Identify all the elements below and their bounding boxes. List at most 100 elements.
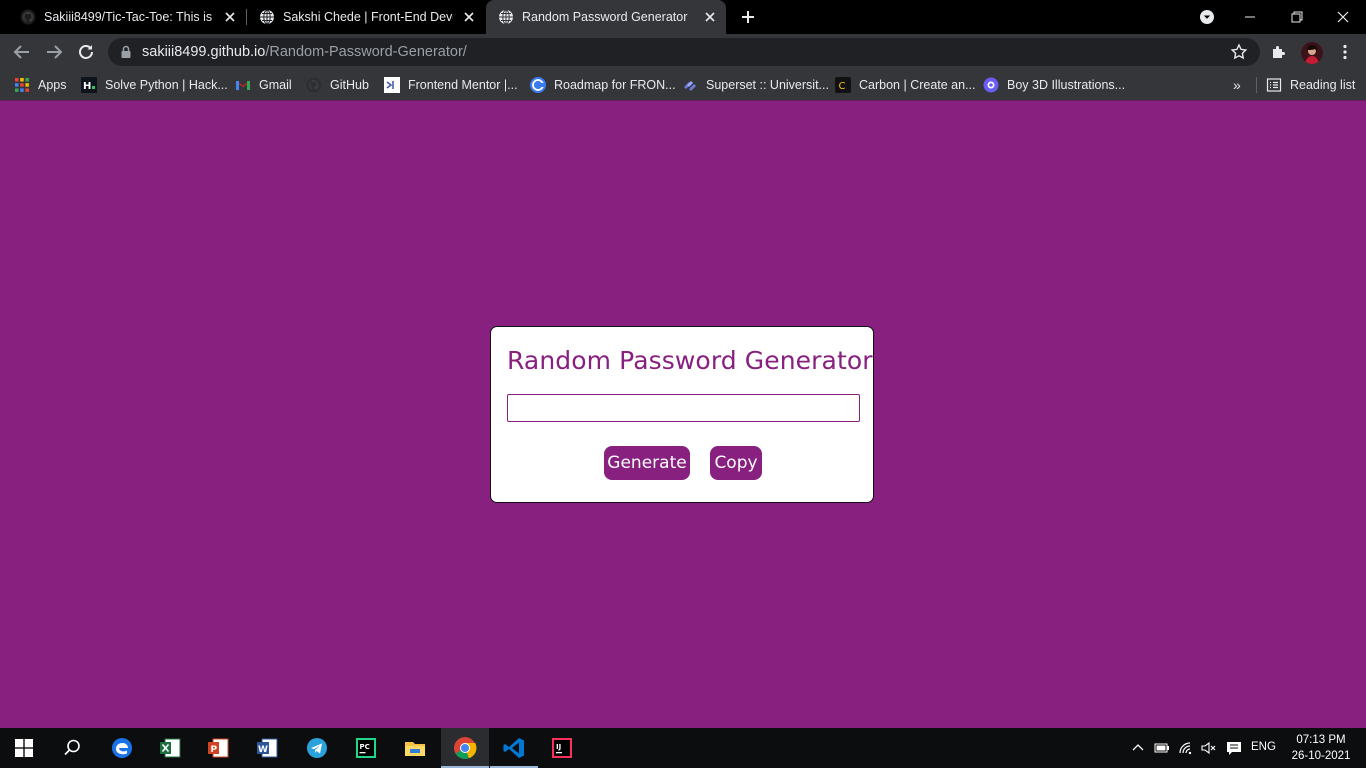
browser-toolbar: sakiii8499.github.io/Random-Password-Gen… [0,34,1366,70]
windows-taskbar: P W PC IJ ENG 07:13 PM 26-10-2021 [0,728,1366,768]
input-language[interactable]: ENG [1251,741,1276,753]
svg-text:W: W [258,745,268,755]
bookmark-carbon[interactable]: C Carbon | Create an... [835,76,976,94]
bookmark-label: Solve Python | Hack... [105,78,228,92]
bookmark-frontend-mentor[interactable]: Frontend Mentor |... [384,76,518,94]
extensions-puzzle-icon[interactable] [1270,43,1288,61]
tab-password-generator[interactable]: Random Password Generator [486,0,726,34]
bookmarks-overflow-chevron[interactable]: » [1233,77,1241,93]
bookmark-star-icon[interactable] [1230,43,1248,61]
profile-avatar[interactable] [1301,42,1323,64]
back-arrow-icon[interactable] [10,40,34,64]
tab-title: Random Password Generator [522,10,688,24]
close-icon[interactable] [222,9,238,25]
search-icon [64,739,80,756]
chrome-icon [454,737,477,760]
taskbar-intellij[interactable]: IJ [538,728,586,768]
reload-icon[interactable] [74,40,98,64]
new-tab-plus-icon[interactable] [738,7,758,27]
word-icon: W [257,738,278,758]
telegram-icon [307,738,327,758]
clock-date: 26-10-2021 [1291,750,1351,762]
tab-search-icon[interactable] [1195,5,1219,29]
svg-text:H: H [83,81,91,92]
hackerrank-icon: H [81,77,97,93]
tab-strip: Sakiii8499/Tic-Tac-Toe: This is tic- Sak… [0,0,1366,34]
bookmark-label: Gmail [259,78,292,92]
reading-list-button[interactable]: Reading list [1266,76,1355,94]
intellij-icon: IJ [552,738,572,758]
restore-icon[interactable] [1285,5,1309,29]
bookmark-hackerrank[interactable]: H Solve Python | Hack... [81,76,228,94]
copy-button[interactable]: Copy [710,446,762,480]
bookmark-label: Carbon | Create an... [859,78,976,92]
svg-text:C: C [839,81,846,92]
bookmark-label: Superset :: Universit... [706,78,829,92]
battery-icon[interactable] [1154,740,1170,756]
bookmark-gmail[interactable]: Gmail [235,76,292,94]
bookmark-superset[interactable]: Superset :: Universit... [682,76,829,94]
address-bar[interactable]: sakiii8499.github.io/Random-Password-Gen… [108,38,1260,66]
url-path: /Random-Password-Generator/ [265,44,467,60]
bookmark-label: GitHub [330,78,369,92]
carbon-icon: C [835,77,851,93]
globe-icon [260,9,274,25]
wifi-icon[interactable] [1178,740,1194,756]
svg-text:PC: PC [360,743,370,751]
generate-button[interactable]: Generate [604,446,690,480]
close-icon[interactable] [702,9,718,25]
windows-start-icon [15,739,33,757]
page-title: Random Password Generator [507,346,873,375]
taskbar-word[interactable]: W [243,728,291,768]
password-output-field[interactable] [507,394,860,422]
taskbar-excel[interactable] [146,728,194,768]
vscode-icon [503,738,524,758]
volume-muted-icon[interactable] [1200,740,1216,756]
url-text: sakiii8499.github.io/Random-Password-Gen… [142,44,467,60]
start-button[interactable] [0,728,48,768]
tab-portfolio[interactable]: Sakshi Chede | Front-End Develop [247,0,485,34]
close-icon[interactable] [461,9,477,25]
forward-arrow-icon[interactable] [42,40,66,64]
tab-title: Sakshi Chede | Front-End Develop [283,10,453,24]
taskbar-chrome[interactable] [441,728,489,768]
notifications-chat-icon[interactable] [1226,740,1242,756]
bookmark-label: Boy 3D Illustrations... [1007,78,1126,92]
excel-icon [160,738,181,758]
bookmark-label: Roadmap for FRON... [554,78,676,92]
password-generator-card: Random Password Generator Generate Copy [490,326,874,503]
bookmark-roadmap[interactable]: Roadmap for FRON... [530,76,676,94]
frontend-mentor-icon [384,77,400,93]
gmail-icon [235,80,251,90]
bookmark-illustrations[interactable]: Boy 3D Illustrations... [983,76,1125,94]
lock-icon[interactable] [118,44,134,60]
tab-tic-tac-toe[interactable]: Sakiii8499/Tic-Tac-Toe: This is tic- [8,0,246,34]
viewport-border [0,100,1366,101]
globe-icon [499,9,513,25]
reading-list-label: Reading list [1290,78,1356,92]
tab-title: Sakiii8499/Tic-Tac-Toe: This is tic- [44,10,214,24]
taskbar-edge[interactable] [98,728,146,768]
system-clock[interactable]: 07:13 PM 26-10-2021 [1290,732,1352,764]
minimize-icon[interactable] [1238,5,1262,29]
bookmarks-bar: Apps H Solve Python | Hack... Gmail GitH… [0,70,1366,100]
taskbar-file-explorer[interactable] [391,728,439,768]
taskbar-search[interactable] [48,728,96,768]
pycharm-icon: PC [356,738,376,758]
taskbar-powerpoint[interactable]: P [194,728,242,768]
illustrations-icon [983,77,999,93]
github-icon [306,77,322,93]
show-hidden-icons-chevron-icon[interactable] [1130,740,1146,756]
taskbar-vscode[interactable] [490,728,538,768]
bookmarks-divider [1256,77,1257,93]
svg-text:IJ: IJ [556,743,561,751]
bookmark-github[interactable]: GitHub [306,76,369,94]
taskbar-pycharm[interactable]: PC [342,728,390,768]
file-explorer-icon [405,742,425,756]
window-close-icon[interactable] [1331,5,1355,29]
menu-dots-icon[interactable] [1336,43,1354,61]
taskbar-telegram[interactable] [293,728,341,768]
github-icon [20,9,36,25]
powerpoint-icon: P [208,738,229,758]
bookmark-apps[interactable]: Apps [14,76,67,94]
